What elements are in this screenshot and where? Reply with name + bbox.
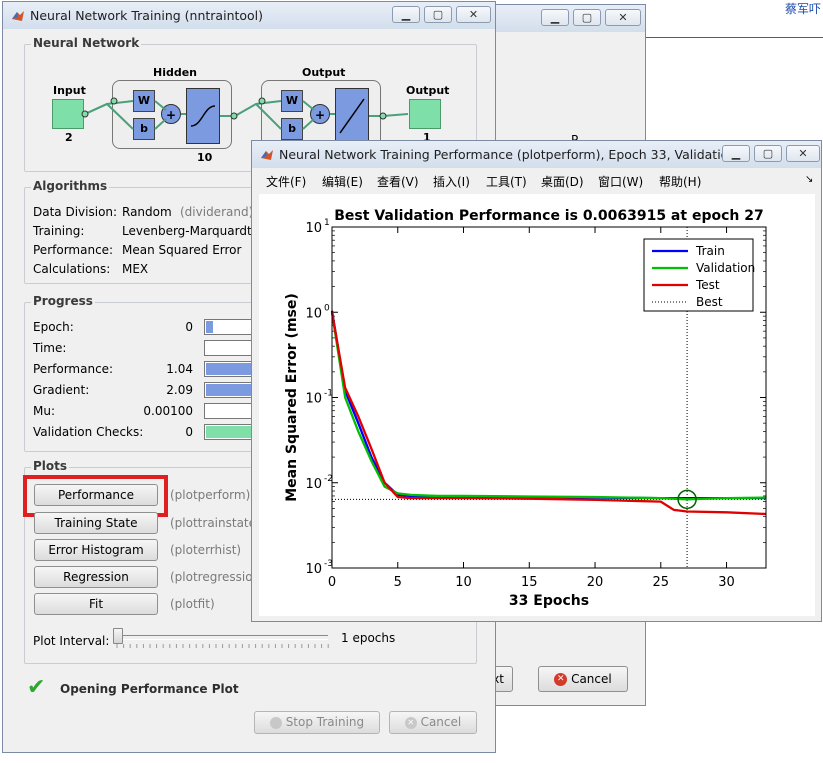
x-tick-label: 0 (328, 575, 336, 590)
matlab-icon (261, 150, 273, 160)
algo-label: Calculations: (33, 262, 111, 276)
close-button[interactable]: ✕ (786, 145, 820, 162)
algo-label: Data Division: (33, 205, 118, 219)
algo-value: Levenberg-Marquardt (122, 224, 252, 238)
y-axis-label: Mean Squared Error (mse) (284, 293, 300, 502)
progress-label: Validation Checks: (33, 425, 144, 439)
desktop-corner-text: 蔡军吓 (784, 2, 821, 16)
stop-icon (269, 716, 282, 729)
cancel-button[interactable]: ✕ Cancel (389, 711, 477, 734)
legend-label: Train (695, 244, 725, 258)
x-tick-label: 30 (718, 575, 735, 590)
progress-value: 0 (185, 320, 193, 334)
algo-value: Mean Squared Error (122, 243, 242, 257)
performance-plot-window[interactable]: Neural Network Training Performance (plo… (251, 140, 822, 622)
legend-label: Test (695, 278, 720, 292)
close-button[interactable]: ✕ (605, 9, 641, 26)
menu-item[interactable]: 插入(I) (433, 173, 470, 190)
menu-item[interactable]: 桌面(D) (541, 173, 584, 190)
maximize-button[interactable]: ▢ (573, 9, 601, 26)
y-tick-label: 10 (305, 562, 322, 577)
legend-label: Best (696, 295, 723, 309)
x-axis-label: 33 Epochs (509, 593, 589, 609)
y-tick-exponent: 0 (324, 303, 330, 313)
progress-label: Mu: (33, 404, 56, 418)
cancel-button[interactable]: ✕ Cancel (538, 666, 628, 692)
performance-chart: Best Validation Performance is 0.0063915… (284, 208, 767, 609)
progress-value: 0 (185, 425, 193, 439)
plot-interval-ticks (116, 644, 329, 648)
algo-label: Performance: (33, 243, 114, 257)
progress-value: 0.00100 (143, 404, 193, 418)
progress-label: Performance: (33, 362, 114, 376)
y-tick-label: 10 (305, 477, 322, 492)
menu-item[interactable]: 窗口(W) (598, 173, 643, 190)
section-title: Plots (31, 459, 70, 473)
plot-interval-slider[interactable] (113, 628, 123, 644)
section-title: Progress (31, 294, 95, 308)
progress-value: 2.09 (166, 383, 193, 397)
fit-plot-button[interactable]: Fit (34, 593, 158, 615)
progress-bar-fill (206, 321, 213, 333)
error-histogram-plot-button[interactable]: Error Histogram (34, 539, 158, 561)
y-tick-label: 10 (305, 392, 322, 407)
cancel-icon: ✕ (554, 673, 568, 686)
cancel-icon: ✕ (404, 716, 417, 729)
plot-fn: (plotperform) (170, 488, 251, 502)
minimize-button[interactable]: ▁ (541, 9, 569, 26)
algo-value: MEX (122, 262, 149, 276)
maximize-button[interactable]: ▢ (754, 145, 782, 162)
menu-item[interactable]: 查看(V) (377, 173, 419, 190)
progress-label: Gradient: (33, 383, 90, 397)
menu-item[interactable]: 帮助(H) (659, 173, 701, 190)
training-state-plot-button[interactable]: Training State (34, 512, 158, 534)
plot-fn: (plottrainstate) (170, 516, 261, 530)
desktop-line (645, 37, 823, 38)
algo-fn: (dividerand) (180, 205, 254, 219)
x-tick-label: 10 (455, 575, 472, 590)
y-tick-label: 10 (305, 221, 322, 236)
regression-plot-button[interactable]: Regression (34, 566, 158, 588)
menu-item[interactable]: 工具(T) (486, 173, 527, 190)
y-tick-label: 10 (305, 306, 322, 321)
cancel-label: Cancel (571, 672, 612, 686)
status-text: Opening Performance Plot (60, 682, 239, 696)
x-tick-label: 5 (394, 575, 402, 590)
legend-label: Validation (696, 261, 755, 275)
x-tick-label: 20 (587, 575, 604, 590)
minimize-button[interactable]: ▁ (722, 145, 750, 162)
checkmark-icon: ✔ (27, 675, 46, 700)
x-tick-label: 25 (653, 575, 670, 590)
plot-interval-value: 1 epochs (341, 631, 396, 645)
stop-training-button[interactable]: Stop Training (254, 711, 380, 734)
plot-fn: (plotfit) (170, 597, 215, 611)
plot-interval-track[interactable] (116, 635, 328, 640)
performance-plot-button[interactable]: Performance (34, 484, 158, 506)
plot-fn: (ploterrhist) (170, 543, 242, 557)
menu-item[interactable]: 编辑(E) (322, 173, 363, 190)
menu-item[interactable]: 文件(F) (266, 173, 306, 190)
progress-label: Time: (33, 341, 67, 355)
window-title: Neural Network Training Performance (plo… (279, 147, 741, 162)
y-tick-exponent: 1 (324, 218, 330, 228)
progress-label: Epoch: (33, 320, 74, 334)
algo-value: Random (122, 205, 172, 219)
algo-label: Training: (33, 224, 85, 238)
x-tick-label: 15 (521, 575, 538, 590)
plot-interval-label: Plot Interval: (33, 634, 110, 648)
section-title: Algorithms (31, 179, 110, 193)
chart-title: Best Validation Performance is 0.0063915… (334, 208, 763, 224)
toolbar-toggle-icon[interactable]: ↘ (805, 174, 813, 185)
progress-value: 1.04 (166, 362, 193, 376)
